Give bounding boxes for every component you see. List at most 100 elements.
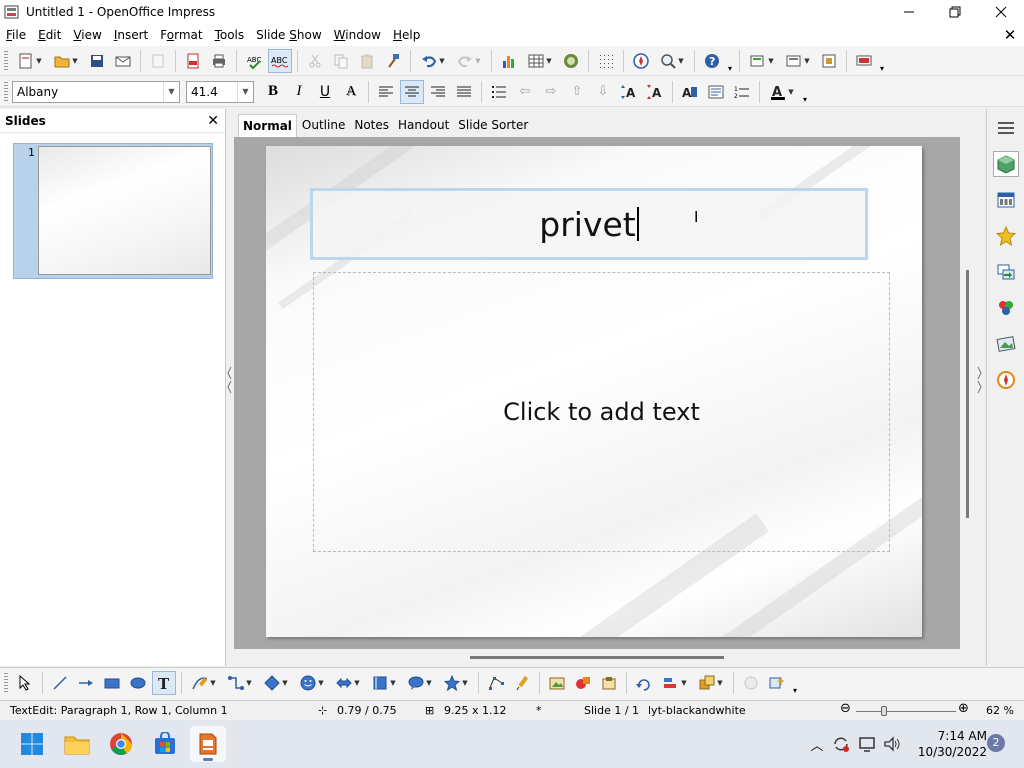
gallery-tool[interactable] — [571, 671, 595, 695]
sidebar-navigator-button[interactable] — [993, 367, 1019, 393]
menu-edit[interactable]: Edit — [32, 24, 67, 46]
toolbar-overflow-chevron-icon[interactable]: ▾ — [725, 49, 735, 73]
vertical-scroll-thumb[interactable] — [966, 270, 969, 518]
ellipse-tool[interactable] — [126, 671, 150, 695]
network-icon[interactable] — [858, 735, 876, 753]
tab-notes[interactable]: Notes — [350, 114, 393, 136]
zoom-slider-knob[interactable] — [881, 706, 887, 716]
file-explorer-button[interactable] — [59, 726, 95, 762]
new-document-button[interactable]: ▼ — [13, 49, 47, 73]
basic-shapes-tool[interactable]: ▼ — [259, 671, 293, 695]
sidebar-gallery-button[interactable] — [993, 331, 1019, 357]
insert-chart-button[interactable] — [497, 49, 521, 73]
slide-canvas[interactable]: privet I Click to add text — [234, 137, 960, 649]
align-center-button[interactable] — [400, 79, 424, 104]
line-arrow-tool[interactable] — [74, 671, 98, 695]
sidebar-styles-button[interactable] — [993, 295, 1019, 321]
edit-file-button[interactable] — [146, 49, 170, 73]
spellcheck-button[interactable]: ABC — [242, 49, 266, 73]
sync-status-icon[interactable] — [832, 735, 850, 753]
redo-button[interactable]: ▼ — [452, 49, 486, 73]
tab-outline[interactable]: Outline — [298, 114, 349, 136]
minimize-button[interactable] — [886, 0, 932, 24]
slide[interactable]: privet I Click to add text — [266, 146, 922, 637]
symbol-shapes-tool[interactable]: ▼ — [295, 671, 329, 695]
curve-tool[interactable]: ▼ — [187, 671, 221, 695]
email-button[interactable] — [111, 49, 135, 73]
italic-button[interactable]: I — [287, 80, 311, 104]
sidebar-slide-transition-button[interactable] — [993, 259, 1019, 285]
cut-button[interactable] — [303, 49, 327, 73]
menu-file[interactable]: File — [0, 24, 32, 46]
print-button[interactable] — [207, 49, 231, 73]
slide-thumbnail-image[interactable] — [38, 146, 211, 275]
close-document-icon[interactable]: ✕ — [1002, 27, 1018, 43]
tab-handout[interactable]: Handout — [394, 114, 453, 136]
character-button[interactable]: A — [678, 80, 702, 104]
vertical-scrollbar[interactable] — [960, 137, 975, 649]
autospellcheck-button[interactable]: ABC — [268, 48, 292, 73]
callouts-tool[interactable]: ▼ — [403, 671, 437, 695]
decrease-spacing-button[interactable]: A — [643, 80, 667, 104]
save-button[interactable] — [85, 49, 109, 73]
horizontal-scrollbar[interactable] — [234, 649, 975, 666]
toolbar-grip[interactable] — [4, 673, 8, 693]
increase-spacing-button[interactable]: A — [617, 80, 641, 104]
bullets-button[interactable] — [487, 80, 511, 104]
slide-show-button[interactable] — [852, 49, 876, 73]
connector-tool[interactable]: ▼ — [223, 671, 257, 695]
show-hidden-icons-chevron-up-icon[interactable]: ︿ — [808, 735, 826, 754]
select-tool[interactable] — [13, 671, 37, 695]
paragraph-button[interactable] — [704, 80, 728, 104]
toolbar-overflow-chevron-icon[interactable]: ▾ — [800, 80, 810, 104]
menu-view[interactable]: View — [67, 24, 107, 46]
title-text-frame[interactable]: privet — [310, 188, 868, 260]
chevron-down-icon[interactable]: ▼ — [163, 81, 179, 102]
sidebar-menu-button[interactable] — [993, 115, 1019, 141]
navigator-button[interactable] — [629, 49, 653, 73]
font-size-combo[interactable]: 41.4 ▼ — [186, 80, 254, 103]
pane-splitter-left[interactable] — [226, 109, 234, 666]
taskbar-clock[interactable]: 7:14 AM 10/30/2022 — [907, 728, 987, 760]
insert-table-button[interactable]: ▼ — [523, 49, 557, 73]
horizontal-scroll-thumb[interactable] — [470, 656, 724, 659]
promote-button[interactable]: ⇦ — [513, 80, 537, 104]
flowcharts-tool[interactable]: ▼ — [367, 671, 401, 695]
rectangle-tool[interactable] — [100, 671, 124, 695]
toolbar-overflow-chevron-icon[interactable]: ▾ — [790, 671, 800, 695]
font-name-combo[interactable]: Albany ▼ — [12, 80, 180, 103]
text-tool[interactable]: T — [152, 671, 176, 695]
fontwork-button[interactable] — [559, 49, 583, 73]
status-zoom[interactable]: 62 % — [986, 704, 1014, 717]
copy-button[interactable] — [329, 49, 353, 73]
export-pdf-button[interactable] — [181, 49, 205, 73]
align-left-button[interactable] — [374, 80, 398, 104]
alignment-tool[interactable]: ▼ — [658, 671, 692, 695]
from-file-tool[interactable] — [545, 671, 569, 695]
justify-button[interactable] — [452, 80, 476, 104]
slide-button[interactable]: ▼ — [745, 49, 779, 73]
openoffice-impress-taskbar-button[interactable] — [190, 726, 226, 762]
chrome-button[interactable] — [103, 726, 139, 762]
help-button[interactable]: ? — [700, 49, 724, 73]
sidebar-master-pages-button[interactable] — [993, 187, 1019, 213]
zoom-button[interactable]: ▼ — [655, 49, 689, 73]
toolbar-grip[interactable] — [4, 81, 8, 102]
tab-normal[interactable]: Normal — [238, 113, 297, 137]
paste-button[interactable] — [355, 49, 379, 73]
close-button[interactable] — [978, 0, 1024, 24]
toggle-extrusion-tool[interactable] — [597, 671, 621, 695]
zoom-out-icon[interactable]: ⊖ — [840, 701, 851, 716]
status-modified[interactable]: * — [536, 704, 542, 717]
rotate-tool[interactable] — [632, 671, 656, 695]
menu-slide-show[interactable]: Slide Show — [250, 24, 328, 46]
line-tool[interactable] — [48, 671, 72, 695]
toolbar-grip[interactable] — [4, 50, 8, 71]
maximize-button[interactable] — [932, 0, 978, 24]
chevron-down-icon[interactable]: ▼ — [237, 81, 253, 102]
store-button[interactable] — [147, 726, 183, 762]
bold-button[interactable]: B — [261, 80, 285, 104]
shadow-button[interactable]: A — [339, 80, 363, 104]
undo-button[interactable]: ▼ — [416, 49, 450, 73]
clone-formatting-button[interactable] — [381, 49, 405, 73]
